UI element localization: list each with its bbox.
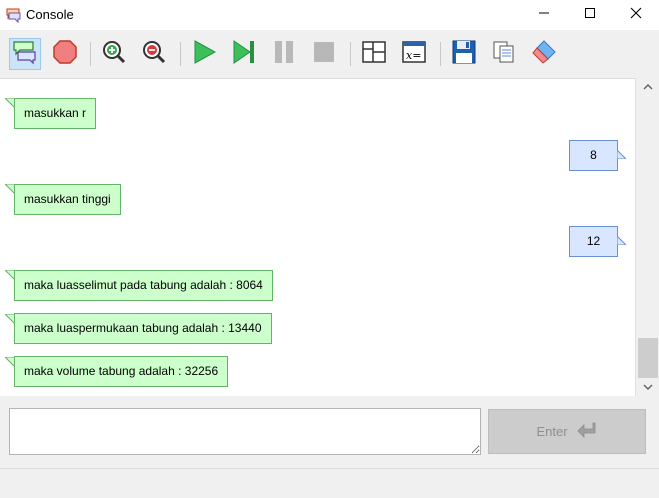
pause-button[interactable] bbox=[268, 38, 300, 70]
zoom-in-icon bbox=[101, 39, 127, 70]
clear-button[interactable] bbox=[528, 38, 560, 70]
chevron-down-icon bbox=[643, 378, 653, 396]
toggle-console-button[interactable] bbox=[9, 38, 41, 70]
scroll-up-button[interactable] bbox=[636, 78, 659, 96]
play-icon bbox=[191, 39, 217, 70]
toolbar-separator bbox=[180, 42, 181, 66]
enter-return-icon bbox=[576, 421, 598, 442]
console-bubbles-icon bbox=[11, 39, 39, 70]
maximize-icon bbox=[584, 6, 596, 24]
variables-button[interactable]: x= bbox=[398, 38, 430, 70]
console-input-field[interactable] bbox=[9, 408, 481, 455]
pause-icon bbox=[271, 39, 297, 70]
enter-button-label: Enter bbox=[536, 424, 568, 439]
close-icon bbox=[630, 6, 642, 24]
maximize-button[interactable] bbox=[567, 0, 613, 30]
output-message-text: masukkan r bbox=[14, 98, 97, 129]
console-app-icon bbox=[5, 6, 22, 24]
window-title: Console bbox=[26, 7, 74, 22]
chevron-up-icon bbox=[643, 78, 653, 96]
copy-icon bbox=[491, 39, 517, 70]
square-stop-icon bbox=[311, 39, 337, 70]
stop-octagon-icon bbox=[52, 39, 78, 70]
step-button[interactable] bbox=[228, 38, 260, 70]
toolbar-separator bbox=[90, 42, 91, 66]
vertical-scrollbar[interactable] bbox=[635, 78, 659, 396]
enter-button[interactable]: Enter bbox=[488, 409, 646, 454]
console-output: masukkan r 8 masukkan tinggi 12 maka lua… bbox=[0, 78, 635, 396]
run-button[interactable] bbox=[188, 38, 220, 70]
svg-text:x=: x= bbox=[406, 49, 421, 62]
output-message-text: maka luasselimut pada tabung adalah : 80… bbox=[14, 270, 273, 301]
close-button[interactable] bbox=[613, 0, 659, 30]
toolbar-separator bbox=[350, 42, 351, 66]
title-bar: Console bbox=[0, 0, 659, 30]
zoom-out-button[interactable] bbox=[138, 38, 170, 70]
variable-x-icon: x= bbox=[401, 39, 427, 70]
output-message-text: maka volume tabung adalah : 32256 bbox=[14, 356, 229, 387]
output-message-text: masukkan tinggi bbox=[14, 184, 121, 215]
minimize-button[interactable] bbox=[521, 0, 567, 30]
stop-button[interactable] bbox=[49, 38, 81, 70]
input-message-text: 8 bbox=[569, 140, 618, 171]
output-message-text: maka luaspermukaan tabung adalah : 13440 bbox=[14, 313, 272, 344]
layout-button[interactable] bbox=[358, 38, 390, 70]
save-button[interactable] bbox=[448, 38, 480, 70]
layout-icon bbox=[361, 39, 387, 70]
minimize-icon bbox=[538, 6, 550, 24]
scroll-thumb[interactable] bbox=[638, 338, 658, 378]
scroll-down-button[interactable] bbox=[636, 378, 659, 396]
input-message-text: 12 bbox=[569, 226, 618, 257]
toolbar-separator bbox=[440, 42, 441, 66]
eraser-icon bbox=[531, 39, 557, 70]
input-area: Enter bbox=[0, 396, 659, 468]
step-icon bbox=[231, 39, 257, 70]
zoom-in-button[interactable] bbox=[98, 38, 130, 70]
toolbar: x= bbox=[0, 30, 659, 78]
copy-button[interactable] bbox=[488, 38, 520, 70]
status-divider bbox=[0, 468, 659, 469]
zoom-out-icon bbox=[141, 39, 167, 70]
terminate-button[interactable] bbox=[308, 38, 340, 70]
floppy-disk-icon bbox=[451, 39, 477, 70]
